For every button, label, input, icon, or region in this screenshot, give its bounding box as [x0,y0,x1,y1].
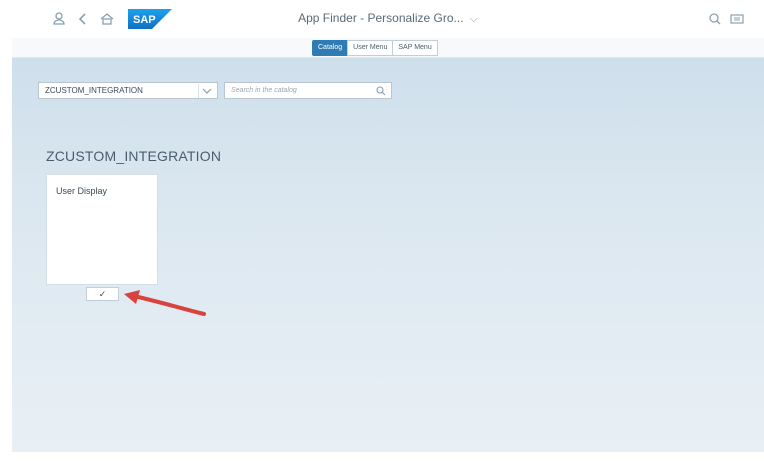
chevron-down-icon[interactable]: ⌵ [470,13,478,26]
checkmark-icon: ✓ [98,289,107,299]
catalog-select-value: ZCUSTOM_INTEGRATION [45,86,143,95]
app-tile-title: User Display [56,186,108,196]
catalog-search-input[interactable]: Search in the catalog [224,82,392,99]
shell-title-text: App Finder - Personalize Gro... [298,11,464,25]
notifications-icon[interactable] [728,10,746,28]
tab-catalog[interactable]: Catalog [312,40,349,56]
app-frame: SAP App Finder - Personalize Gro... ⌵ Cat… [12,0,764,452]
tab-user-menu[interactable]: User Menu [347,40,394,56]
tab-sap-menu[interactable]: SAP Menu [392,40,438,56]
search-icon[interactable] [375,85,387,97]
catalog-select[interactable]: ZCUSTOM_INTEGRATION [38,82,218,99]
view-switch-bar: Catalog User Menu SAP Menu [12,38,764,58]
view-segmented-control: Catalog User Menu SAP Menu [312,40,438,56]
search-icon[interactable] [706,10,724,28]
shell-title[interactable]: App Finder - Personalize Gro... ⌵ [12,11,764,26]
chevron-down-icon[interactable] [198,84,215,98]
catalog-group-heading: ZCUSTOM_INTEGRATION [46,148,222,164]
search-placeholder: Search in the catalog [231,87,297,94]
app-tile[interactable]: User Display [46,174,158,285]
annotation-arrow-icon [124,290,206,316]
tile-checkbox-button[interactable]: ✓ [86,287,119,301]
shell-header: SAP App Finder - Personalize Gro... ⌵ [12,0,764,39]
